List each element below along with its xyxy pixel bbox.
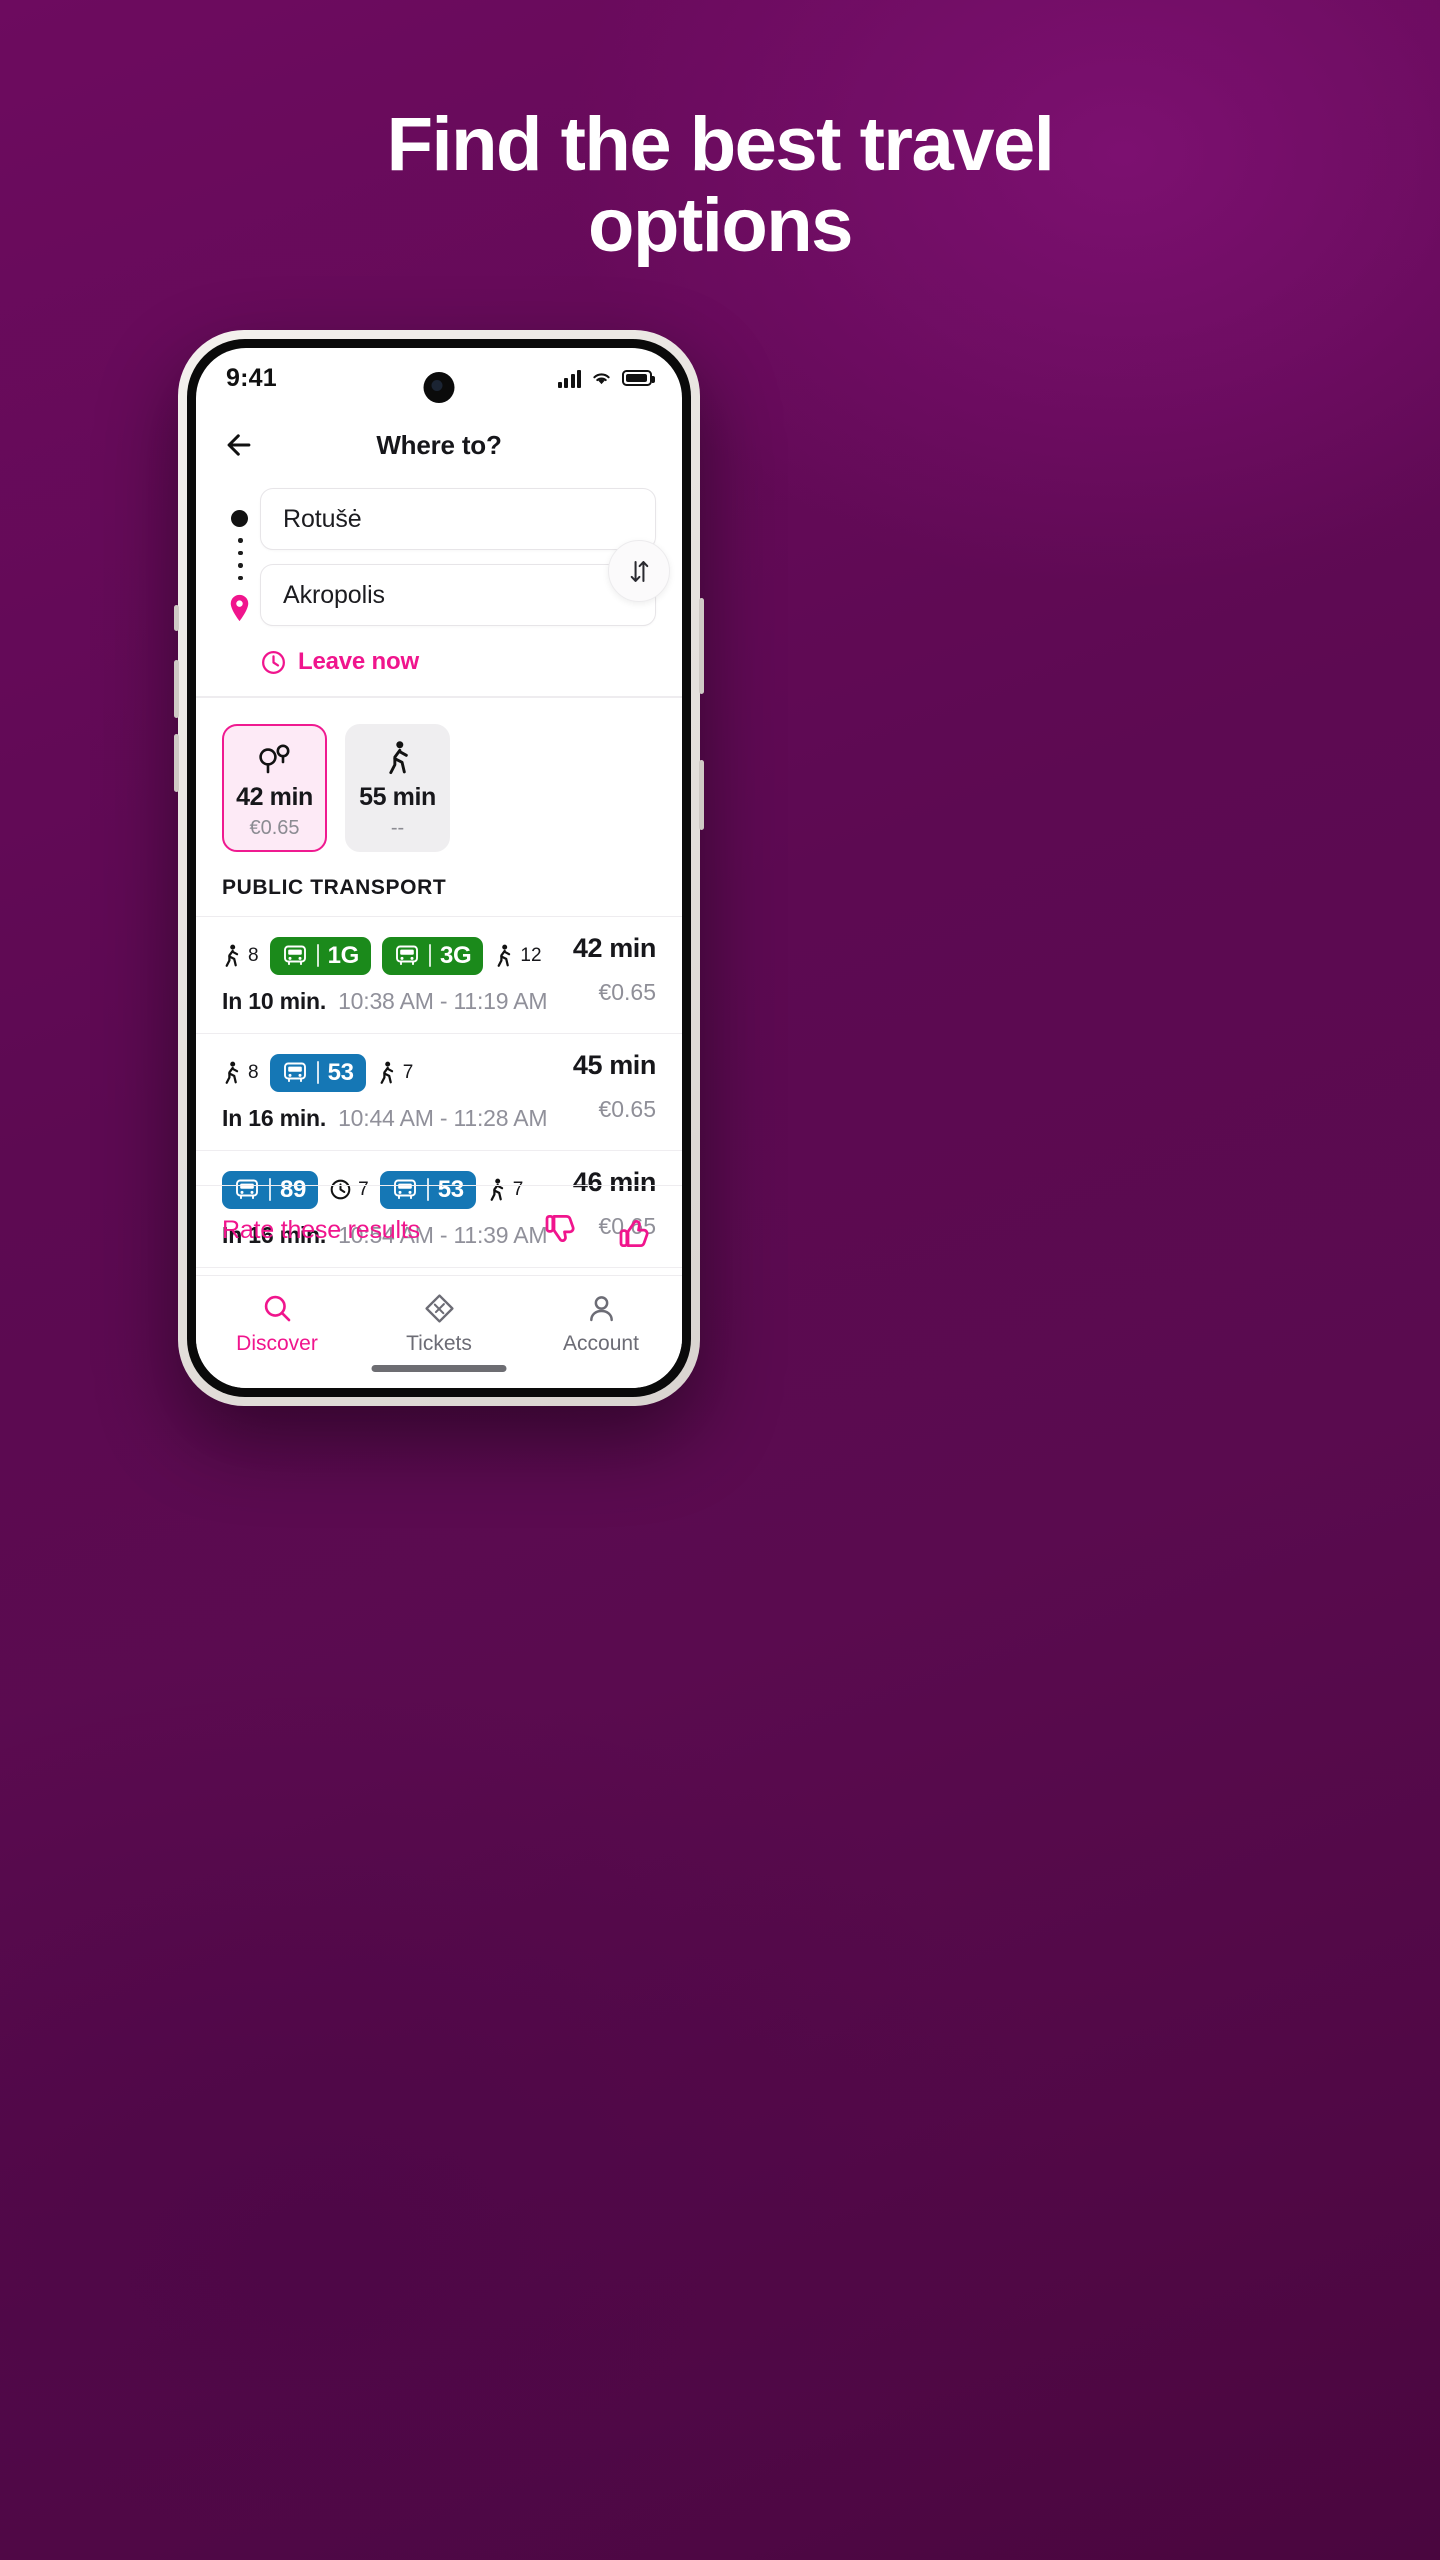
nav-label-discover: Discover <box>236 1332 318 1355</box>
route-price: €0.65 <box>598 978 656 1005</box>
thumbs-up-icon[interactable] <box>616 1211 656 1251</box>
segment-walk: 7 <box>377 1061 414 1085</box>
origin-input[interactable]: Rotušė <box>260 488 656 550</box>
route-markers <box>222 488 260 636</box>
segment-walk-minutes: 12 <box>520 944 542 966</box>
page-title: Where to? <box>376 429 502 460</box>
segment-bus-line: 53 <box>327 1058 354 1086</box>
leave-now-label: Leave now <box>298 648 419 675</box>
route-time-range: 10:38 AM - 11:19 AM <box>338 987 548 1014</box>
route-departs-in: In 10 min. <box>222 987 327 1014</box>
origin-value: Rotušė <box>283 504 362 533</box>
headline-line-2: options <box>588 183 853 269</box>
segment-walk-minutes: 8 <box>248 944 259 966</box>
thumbs-down-icon[interactable] <box>542 1211 582 1251</box>
ticket-icon <box>424 1294 454 1323</box>
swap-vertical-icon <box>630 560 648 582</box>
bus-icon <box>283 1062 306 1083</box>
segment-bus-badge: 53 <box>269 1053 366 1092</box>
destination-value: Akropolis <box>283 580 385 609</box>
mode-walking-time: 55 min <box>359 782 436 811</box>
swap-locations-button[interactable] <box>608 540 670 602</box>
table-row[interactable]: 8 53 7 In 16 min. 10:44 AM - 11:28 AM 45… <box>196 1034 682 1151</box>
front-camera-punch-hole <box>423 372 455 403</box>
status-bar-icons <box>557 369 655 388</box>
route-departs-in: In 16 min. <box>222 1104 327 1131</box>
route-dotted-line <box>238 538 243 580</box>
nav-item-tickets[interactable]: Tickets <box>358 1292 520 1356</box>
walking-icon <box>225 1061 239 1084</box>
promo-headline: Find the best travel options <box>0 104 1440 267</box>
search-icon <box>264 1295 290 1322</box>
clock-icon <box>262 650 285 674</box>
destination-pin-icon <box>230 594 249 622</box>
route-search-block: Rotušė Akropolis <box>196 482 682 626</box>
phone-mockup: 9:41 Where to? Rotušė Akropolis Leave no… <box>174 330 704 1406</box>
mode-transit-price: €0.65 <box>249 816 300 839</box>
phone-side-button <box>699 760 704 830</box>
segment-bus-line: 3G <box>440 941 472 969</box>
segment-walk-minutes: 7 <box>402 1061 414 1083</box>
destination-input[interactable]: Akropolis <box>260 564 656 626</box>
walking-icon <box>383 736 413 776</box>
status-bar-time: 9:41 <box>226 363 277 392</box>
phone-volume-down-button <box>174 734 179 792</box>
wifi-icon <box>593 373 610 385</box>
section-title: PUBLIC TRANSPORT <box>222 875 447 899</box>
walking-icon <box>225 944 239 967</box>
bus-icon <box>396 945 418 966</box>
route-time-range: 10:44 AM - 11:28 AM <box>338 1104 548 1131</box>
mode-tab-transit[interactable]: 42 min €0.65 <box>222 723 327 852</box>
home-indicator[interactable] <box>371 1365 507 1372</box>
nav-label-account: Account <box>563 1332 639 1355</box>
bottom-navigation: Discover Tickets Account <box>196 1275 682 1388</box>
phone-volume-up-button <box>174 660 179 718</box>
phone-bezel: 9:41 Where to? Rotušė Akropolis Leave no… <box>187 339 691 1397</box>
status-bar: 9:41 <box>196 348 682 408</box>
nav-item-discover[interactable]: Discover <box>196 1292 358 1356</box>
route-timing: In 10 min. 10:38 AM - 11:19 AM <box>222 988 656 1015</box>
rate-buttons <box>542 1211 656 1251</box>
origin-dot-icon <box>231 510 248 527</box>
mode-tab-walking[interactable]: 55 min -- <box>345 723 450 852</box>
nav-item-account[interactable]: Account <box>520 1292 682 1356</box>
app-header: Where to? <box>196 408 682 482</box>
walking-icon <box>497 944 511 967</box>
rate-results-bar: Rate these results <box>196 1185 682 1275</box>
leave-now-button[interactable]: Leave now <box>196 626 682 696</box>
cellular-signal-icon <box>557 369 581 388</box>
segment-walk: 12 <box>494 944 542 968</box>
mode-tabs: 42 min €0.65 55 min -- <box>196 698 682 876</box>
segment-bus-badge: 1G <box>269 936 371 975</box>
table-row[interactable]: 8 1G 3G 12 In 10 min. 10:38 AM - 11:19 A… <box>196 917 682 1034</box>
segment-walk: 8 <box>222 944 259 968</box>
phone-mute-button <box>174 605 179 631</box>
segment-walk: 8 <box>222 1061 259 1085</box>
phone-power-button <box>699 598 704 694</box>
segment-walk-minutes: 8 <box>248 1061 259 1083</box>
route-timing: In 16 min. 10:44 AM - 11:28 AM <box>222 1105 656 1132</box>
nav-label-tickets: Tickets <box>406 1332 472 1355</box>
walking-icon <box>380 1061 393 1084</box>
route-duration: 42 min <box>572 932 657 963</box>
person-icon <box>589 1296 613 1322</box>
app-screen: 9:41 Where to? Rotušė Akropolis Leave no… <box>196 348 682 1388</box>
headline-line-1: Find the best travel <box>386 102 1055 187</box>
route-duration: 45 min <box>572 1049 657 1080</box>
segment-bus-line: 1G <box>327 941 360 969</box>
battery-icon <box>622 370 655 386</box>
segment-bus-badge: 3G <box>382 936 484 975</box>
mode-transit-time: 42 min <box>236 782 313 811</box>
transit-stops-icon <box>255 736 295 776</box>
rate-results-label: Rate these results <box>222 1216 420 1244</box>
mode-walking-price: -- <box>390 816 405 839</box>
bus-icon <box>283 945 306 966</box>
route-price: €0.65 <box>598 1095 656 1122</box>
